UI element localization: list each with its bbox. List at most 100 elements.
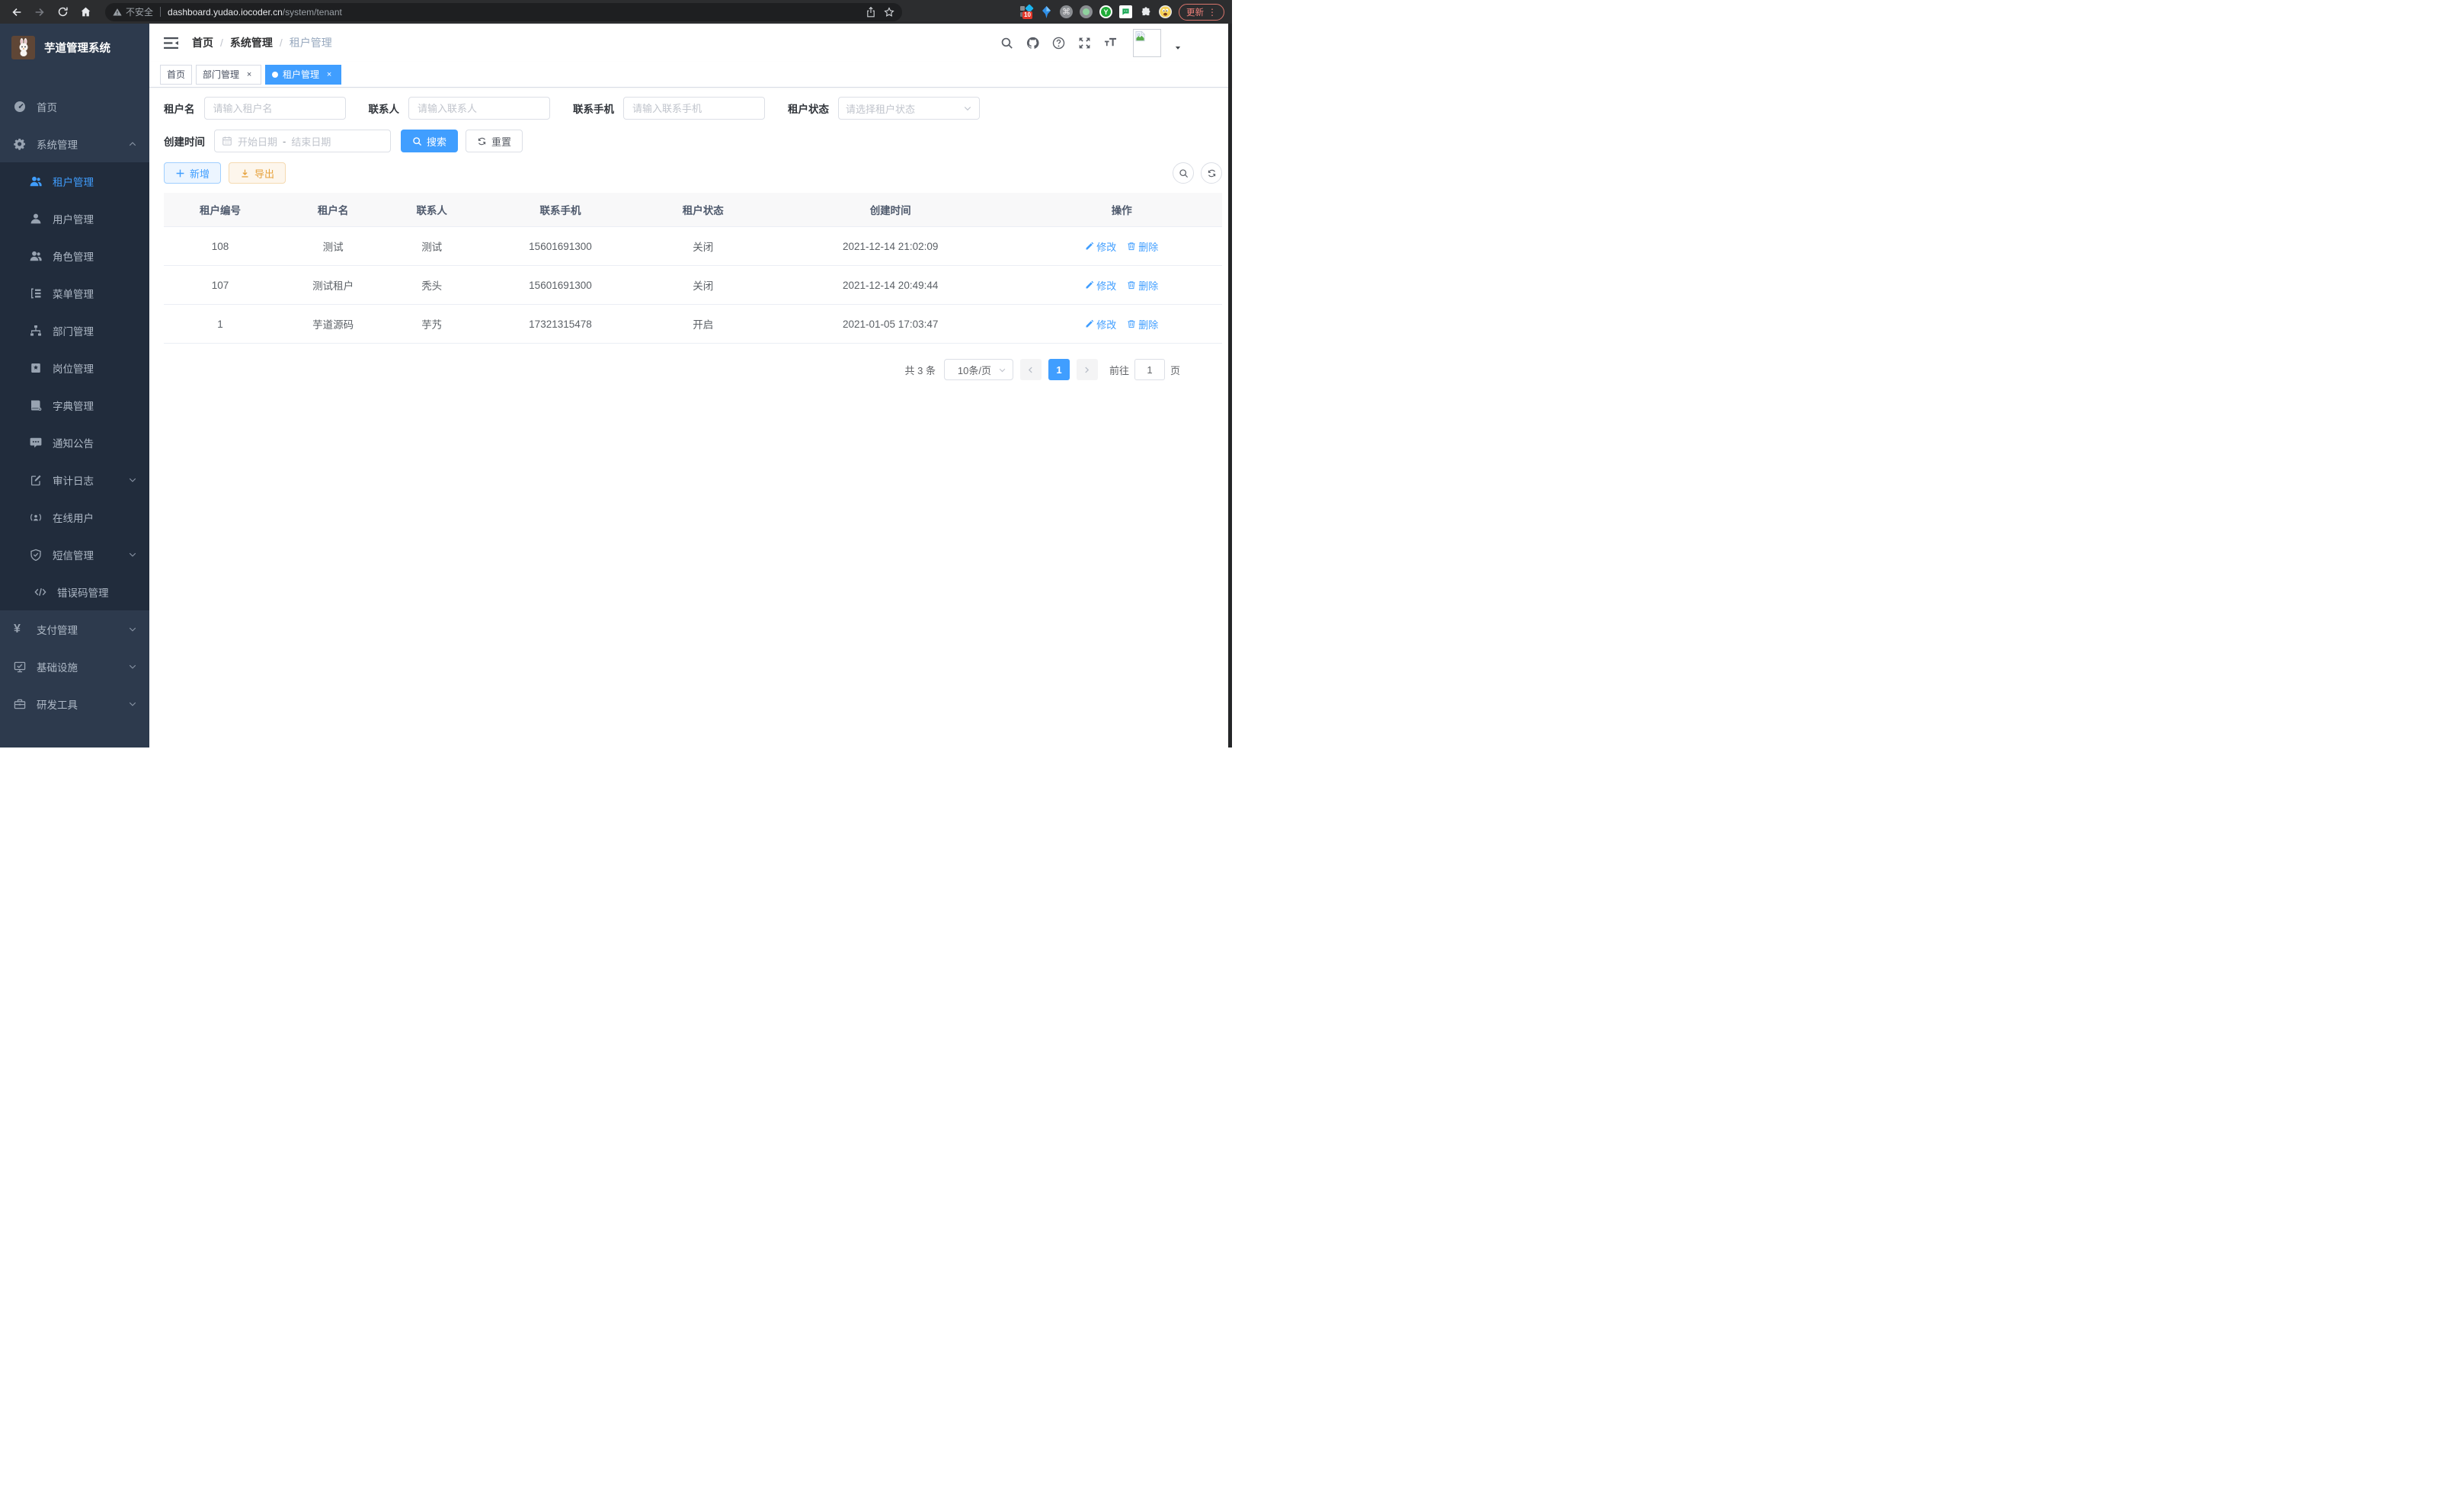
sidebar-item-label: 系统管理 xyxy=(37,136,78,152)
bookmark-star-icon[interactable] xyxy=(884,7,894,18)
delete-link[interactable]: 删除 xyxy=(1127,239,1158,254)
breadcrumb-item[interactable]: 系统管理 xyxy=(230,35,273,50)
help-icon[interactable] xyxy=(1052,37,1065,50)
sidebar-menu: 首页系统管理租户管理用户管理角色管理菜单管理部门管理岗位管理字典管理通知公告审计… xyxy=(0,88,149,722)
extensions-puzzle-icon[interactable] xyxy=(1139,5,1152,18)
sidebar-item-用户管理[interactable]: 用户管理 xyxy=(0,200,149,237)
sidebar-item-首页[interactable]: 首页 xyxy=(0,88,149,125)
sidebar-item-通知公告[interactable]: 通知公告 xyxy=(0,424,149,461)
sidebar-item-短信管理[interactable]: 短信管理 xyxy=(0,536,149,573)
tab-首页[interactable]: 首页 xyxy=(160,65,192,85)
sidebar-item-审计日志[interactable]: 审计日志 xyxy=(0,461,149,498)
avatar-broken-image[interactable] xyxy=(1133,29,1161,57)
delete-link-label: 删除 xyxy=(1138,317,1158,331)
sidebar-item-菜单管理[interactable]: 菜单管理 xyxy=(0,274,149,312)
users-icon xyxy=(30,175,42,187)
extension-command-icon[interactable]: ⌘ xyxy=(1060,5,1073,18)
more-dots-icon[interactable]: ⋮ xyxy=(1208,7,1217,18)
tab-租户管理[interactable]: 租户管理 × xyxy=(265,65,341,85)
table-body: 108测试测试15601691300关闭2021-12-14 21:02:09修… xyxy=(164,227,1222,344)
sidebar-item-字典管理[interactable]: 字典管理 xyxy=(0,386,149,424)
tenant-name-input[interactable] xyxy=(204,97,346,120)
delete-link[interactable]: 删除 xyxy=(1127,278,1158,293)
font-size-icon[interactable] xyxy=(1104,37,1117,50)
table-row: 1芋道源码芋艿17321315478开启2021-01-05 17:03:47修… xyxy=(164,305,1222,344)
prev-page-button[interactable] xyxy=(1020,359,1042,380)
search-button[interactable]: 搜索 xyxy=(401,130,458,152)
status-select[interactable]: 请选择租户状态 xyxy=(838,97,980,120)
extension-y-icon[interactable] xyxy=(1099,5,1112,18)
close-tab-icon[interactable]: × xyxy=(244,69,254,80)
goto-page-input[interactable] xyxy=(1134,359,1165,380)
browser-update-button[interactable]: 更新 ⋮ xyxy=(1179,4,1224,21)
search-icon[interactable] xyxy=(1000,37,1013,50)
extension-chat-icon[interactable] xyxy=(1119,5,1132,18)
omnibox-divider xyxy=(160,7,161,17)
caret-down-icon[interactable] xyxy=(1174,44,1182,52)
column-header: 联系人 xyxy=(389,193,474,227)
tab-label: 部门管理 xyxy=(203,68,239,81)
reset-button[interactable]: 重置 xyxy=(466,130,523,152)
sidebar-item-系统管理[interactable]: 系统管理 xyxy=(0,125,149,162)
contact-input[interactable] xyxy=(408,97,550,120)
address-bar[interactable]: 不安全 dashboard.yudao.iocoder.cn/system/te… xyxy=(105,3,902,21)
delete-link-label: 删除 xyxy=(1138,239,1158,254)
delete-link[interactable]: 删除 xyxy=(1127,317,1158,331)
sidebar-item-租户管理[interactable]: 租户管理 xyxy=(0,162,149,200)
status-label: 租户状态 xyxy=(788,101,829,116)
sidebar-item-角色管理[interactable]: 角色管理 xyxy=(0,237,149,274)
edit-link[interactable]: 修改 xyxy=(1085,317,1116,331)
sidebar-item-基础设施[interactable]: 基础设施 xyxy=(0,648,149,685)
menutree-icon xyxy=(30,287,42,299)
edit-link[interactable]: 修改 xyxy=(1085,239,1116,254)
chevron-down-icon xyxy=(128,699,137,709)
sidebar-item-研发工具[interactable]: 研发工具 xyxy=(0,685,149,722)
extension-tabs-icon[interactable]: 10 xyxy=(1020,5,1033,18)
browser-forward-icon[interactable] xyxy=(30,3,49,21)
browser-back-icon[interactable] xyxy=(8,3,26,21)
add-button[interactable]: 新增 xyxy=(164,162,221,184)
security-warning[interactable]: 不安全 xyxy=(113,5,153,18)
tab-label: 租户管理 xyxy=(283,68,319,81)
cell-mobile: 15601691300 xyxy=(474,227,647,266)
sidebar-item-label: 岗位管理 xyxy=(53,360,94,376)
column-header: 联系手机 xyxy=(474,193,647,227)
profile-avatar[interactable] xyxy=(1159,5,1172,18)
refresh-table-button[interactable] xyxy=(1201,162,1222,184)
page-size-select[interactable]: 10条/页 xyxy=(944,359,1013,380)
url-path: /system/tenant xyxy=(283,7,342,18)
next-page-button[interactable] xyxy=(1077,359,1098,380)
mobile-label: 联系手机 xyxy=(573,101,614,116)
edit-icon xyxy=(1085,280,1094,290)
sidebar-item-错误码管理[interactable]: 错误码管理 xyxy=(0,573,149,610)
export-button[interactable]: 导出 xyxy=(229,162,286,184)
shield-icon xyxy=(30,549,42,561)
sidebar: 芋道管理系统 首页系统管理租户管理用户管理角色管理菜单管理部门管理岗位管理字典管… xyxy=(0,24,149,748)
browser-reload-icon[interactable] xyxy=(53,3,72,21)
extension-balloon-icon[interactable] xyxy=(1040,5,1053,18)
edit-link-label: 修改 xyxy=(1096,239,1116,254)
fullscreen-icon[interactable] xyxy=(1078,37,1091,50)
extension-record-icon[interactable] xyxy=(1080,5,1093,18)
share-icon[interactable] xyxy=(866,7,876,18)
toggle-search-button[interactable] xyxy=(1173,162,1194,184)
app-logo-row[interactable]: 芋道管理系统 xyxy=(0,24,149,71)
sidebar-item-在线用户[interactable]: 在线用户 xyxy=(0,498,149,536)
breadcrumb-item[interactable]: 首页 xyxy=(192,35,213,50)
window-right-edge xyxy=(1228,24,1232,748)
mobile-input[interactable] xyxy=(623,97,765,120)
column-header: 租户编号 xyxy=(164,193,277,227)
browser-home-icon[interactable] xyxy=(76,3,94,21)
edit-link[interactable]: 修改 xyxy=(1085,278,1116,293)
chevron-up-icon xyxy=(128,139,137,149)
tab-部门管理[interactable]: 部门管理 × xyxy=(196,65,261,85)
sidebar-item-部门管理[interactable]: 部门管理 xyxy=(0,312,149,349)
github-icon[interactable] xyxy=(1026,37,1039,50)
date-range-picker[interactable]: 开始日期 - 结束日期 xyxy=(214,130,391,152)
page-number-1[interactable]: 1 xyxy=(1048,359,1070,380)
status-select-placeholder: 请选择租户状态 xyxy=(846,101,963,116)
sidebar-collapse-icon[interactable] xyxy=(164,37,178,50)
close-tab-icon[interactable]: × xyxy=(324,69,334,80)
sidebar-item-支付管理[interactable]: ¥支付管理 xyxy=(0,610,149,648)
sidebar-item-岗位管理[interactable]: 岗位管理 xyxy=(0,349,149,386)
